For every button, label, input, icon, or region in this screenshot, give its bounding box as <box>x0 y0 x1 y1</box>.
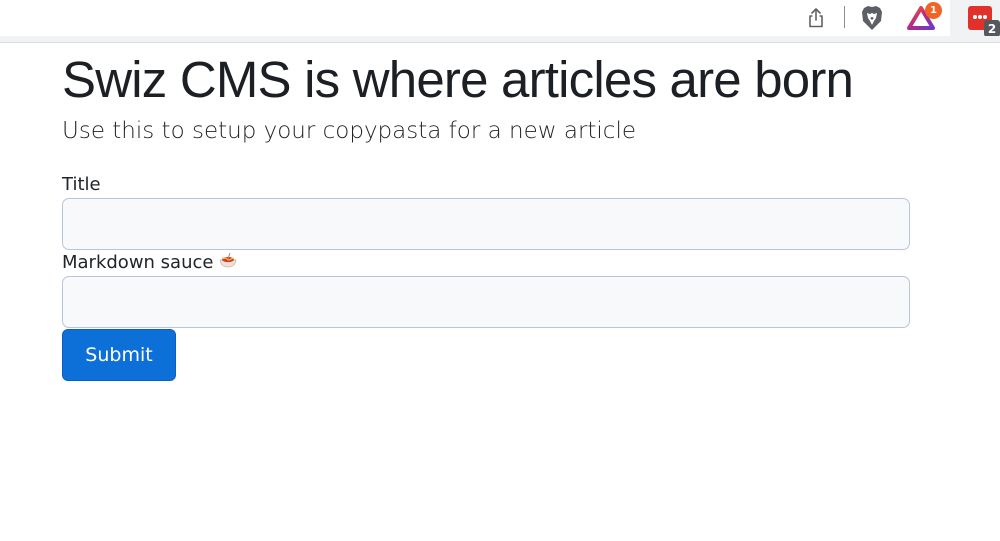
markdown-label-text: Markdown sauce <box>62 252 214 273</box>
title-input[interactable] <box>62 198 910 250</box>
submit-button[interactable]: Submit <box>62 329 176 381</box>
toolbar-separator <box>844 6 845 28</box>
rewards-badge: 1 <box>925 2 942 19</box>
extension-badge: 2 <box>984 20 1000 37</box>
cms-page: Swiz CMS is where articles are born Use … <box>62 50 910 381</box>
page-subtitle: Use this to setup your copypasta for a n… <box>62 118 636 144</box>
title-label: Title <box>62 172 910 198</box>
toolbar-divider <box>0 36 1000 43</box>
markdown-label: Markdown sauce <box>62 250 910 276</box>
spaghetti-icon <box>219 250 237 276</box>
share-icon[interactable] <box>802 4 830 32</box>
brave-shields-icon[interactable] <box>858 4 886 32</box>
page-title: Swiz CMS is where articles are born <box>62 51 854 108</box>
title-label-text: Title <box>62 174 101 195</box>
markdown-input[interactable] <box>62 276 910 328</box>
article-form: Title Markdown sauce Submit <box>62 172 910 381</box>
browser-toolbar: 1 2 <box>0 0 1000 42</box>
